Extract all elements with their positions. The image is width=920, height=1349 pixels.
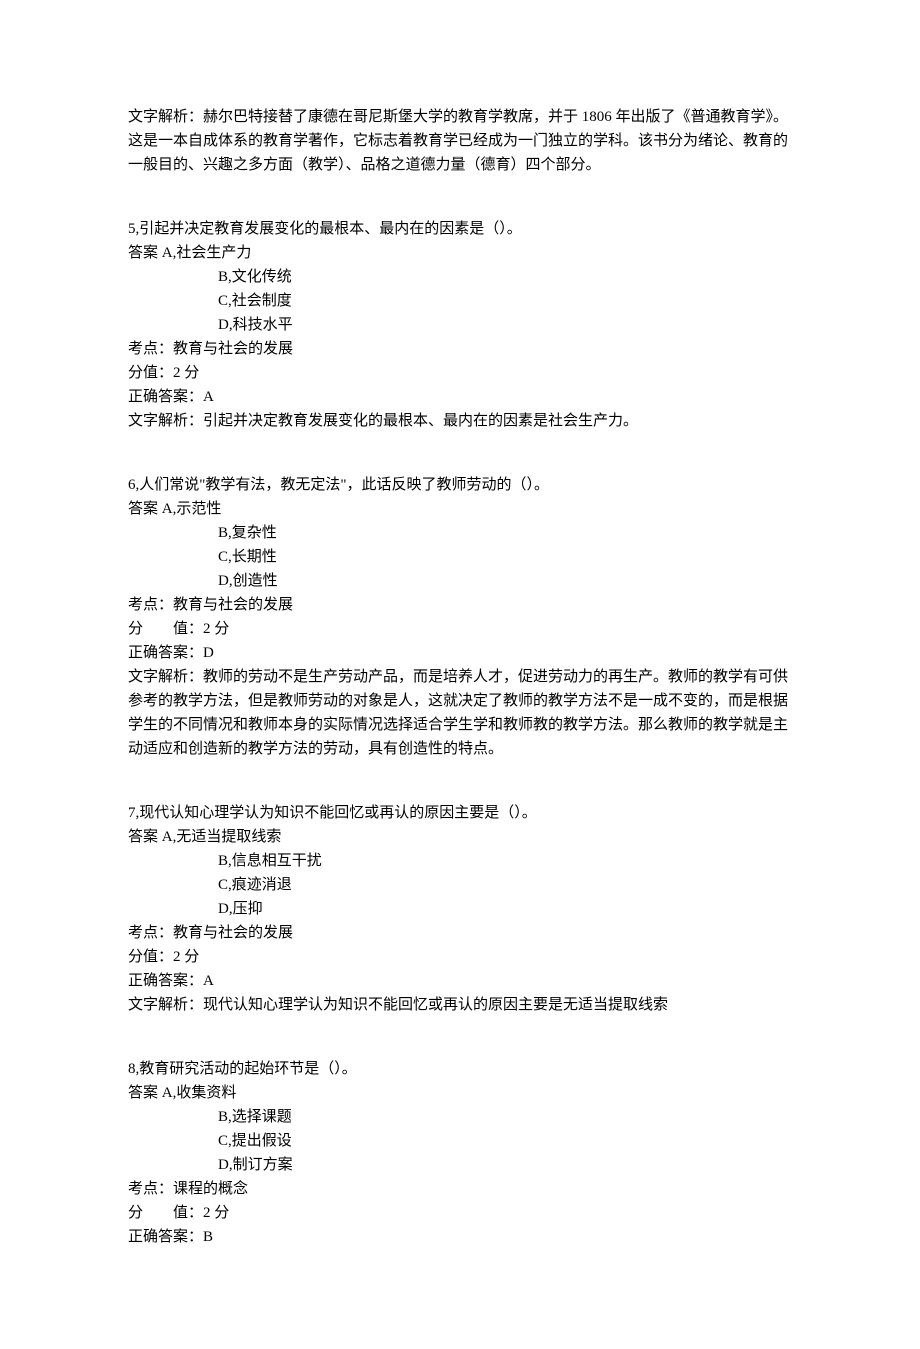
correct-answer-label: 正确答案：A <box>128 385 792 409</box>
question-4-explanation-block: 文字解析：赫尔巴特接替了康德在哥尼斯堡大学的教育学教席，并于 1806 年出版了… <box>128 105 792 177</box>
option-b: B,文化传统 <box>128 265 792 289</box>
option-b: B,选择课题 <box>128 1105 792 1129</box>
option-a: 答案 A,无适当提取线索 <box>128 825 792 849</box>
option-b: B,信息相互干扰 <box>128 849 792 873</box>
correct-answer-label: 正确答案：B <box>128 1225 792 1249</box>
score-label: 分值：2 分 <box>128 945 792 969</box>
option-a: 答案 A,社会生产力 <box>128 241 792 265</box>
option-d: D,创造性 <box>128 569 792 593</box>
topic-label: 考点：教育与社会的发展 <box>128 337 792 361</box>
question-6-block: 6,人们常说"教学有法，教无定法"，此话反映了教师劳动的（）。 答案 A,示范性… <box>128 473 792 761</box>
question-stem: 7,现代认知心理学认为知识不能回忆或再认的原因主要是（）。 <box>128 801 792 825</box>
score-label: 分 值：2 分 <box>128 617 792 641</box>
question-stem: 5,引起并决定教育发展变化的最根本、最内在的因素是（）。 <box>128 217 792 241</box>
topic-label: 考点：教育与社会的发展 <box>128 921 792 945</box>
option-b: B,复杂性 <box>128 521 792 545</box>
score-label: 分 值：2 分 <box>128 1201 792 1225</box>
correct-answer-label: 正确答案：A <box>128 969 792 993</box>
topic-label: 考点：课程的概念 <box>128 1177 792 1201</box>
document-page: 文字解析：赫尔巴特接替了康德在哥尼斯堡大学的教育学教席，并于 1806 年出版了… <box>0 0 920 1349</box>
explanation-text: 文字解析：教师的劳动不是生产劳动产品，而是培养人才，促进劳动力的再生产。教师的教… <box>128 665 792 761</box>
option-c: C,社会制度 <box>128 289 792 313</box>
option-a: 答案 A,示范性 <box>128 497 792 521</box>
score-label: 分值：2 分 <box>128 361 792 385</box>
explanation-text: 文字解析：赫尔巴特接替了康德在哥尼斯堡大学的教育学教席，并于 1806 年出版了… <box>128 105 792 177</box>
explanation-text: 文字解析：引起并决定教育发展变化的最根本、最内在的因素是社会生产力。 <box>128 409 792 433</box>
question-stem: 6,人们常说"教学有法，教无定法"，此话反映了教师劳动的（）。 <box>128 473 792 497</box>
option-d: D,科技水平 <box>128 313 792 337</box>
question-stem: 8,教育研究活动的起始环节是（）。 <box>128 1057 792 1081</box>
correct-answer-label: 正确答案：D <box>128 641 792 665</box>
question-5-block: 5,引起并决定教育发展变化的最根本、最内在的因素是（）。 答案 A,社会生产力 … <box>128 217 792 433</box>
option-a: 答案 A,收集资料 <box>128 1081 792 1105</box>
question-7-block: 7,现代认知心理学认为知识不能回忆或再认的原因主要是（）。 答案 A,无适当提取… <box>128 801 792 1017</box>
option-d: D,制订方案 <box>128 1153 792 1177</box>
explanation-text: 文字解析：现代认知心理学认为知识不能回忆或再认的原因主要是无适当提取线索 <box>128 993 792 1017</box>
option-d: D,压抑 <box>128 897 792 921</box>
option-c: C,长期性 <box>128 545 792 569</box>
option-c: C,痕迹消退 <box>128 873 792 897</box>
question-8-block: 8,教育研究活动的起始环节是（）。 答案 A,收集资料 B,选择课题 C,提出假… <box>128 1057 792 1249</box>
option-c: C,提出假设 <box>128 1129 792 1153</box>
topic-label: 考点：教育与社会的发展 <box>128 593 792 617</box>
